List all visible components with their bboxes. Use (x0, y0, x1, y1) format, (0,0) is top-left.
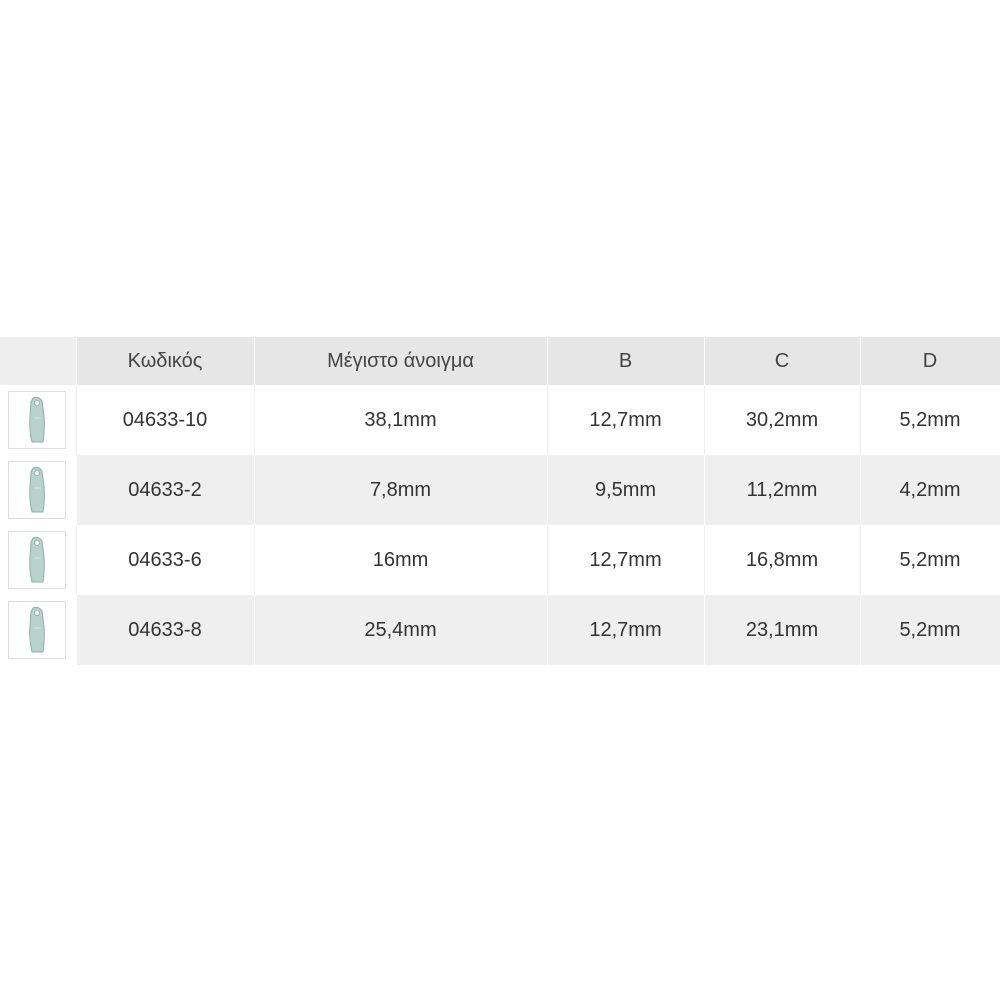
product-spec-table: Κωδικός Μέγιστο άνοιγμα B C D 04633-10 3… (0, 337, 1000, 665)
cell-code: 04633-2 (76, 455, 255, 525)
table-header-row: Κωδικός Μέγιστο άνοιγμα B C D (0, 337, 1000, 385)
thumbnail-cell (0, 455, 77, 525)
cell-c: 16,8mm (704, 525, 861, 595)
header-d: D (860, 337, 1000, 385)
clamp-thumbnail-icon (29, 466, 45, 513)
cell-b: 12,7mm (547, 595, 705, 665)
cell-d: 5,2mm (860, 595, 1000, 665)
header-c: C (704, 337, 861, 385)
header-b: B (547, 337, 705, 385)
table-row: 04633-6 16mm 12,7mm 16,8mm 5,2mm (0, 525, 1000, 595)
product-thumbnail[interactable] (8, 601, 66, 659)
cell-c: 11,2mm (704, 455, 861, 525)
cell-b: 12,7mm (547, 385, 705, 455)
header-code: Κωδικός (76, 337, 255, 385)
product-thumbnail[interactable] (8, 461, 66, 519)
table-row: 04633-10 38,1mm 12,7mm 30,2mm 5,2mm (0, 385, 1000, 455)
thumbnail-cell (0, 595, 77, 665)
cell-max-opening: 25,4mm (254, 595, 548, 665)
clamp-thumbnail-icon (29, 606, 45, 653)
cell-code: 04633-8 (76, 595, 255, 665)
cell-b: 12,7mm (547, 525, 705, 595)
cell-d: 5,2mm (860, 525, 1000, 595)
header-image (0, 337, 77, 385)
thumbnail-cell (0, 525, 77, 595)
cell-max-opening: 7,8mm (254, 455, 548, 525)
cell-max-opening: 16mm (254, 525, 548, 595)
cell-max-opening: 38,1mm (254, 385, 548, 455)
cell-d: 4,2mm (860, 455, 1000, 525)
cell-c: 30,2mm (704, 385, 861, 455)
thumbnail-cell (0, 385, 77, 455)
cell-b: 9,5mm (547, 455, 705, 525)
cell-c: 23,1mm (704, 595, 861, 665)
header-max-opening: Μέγιστο άνοιγμα (254, 337, 548, 385)
clamp-thumbnail-icon (29, 536, 45, 583)
product-thumbnail[interactable] (8, 531, 66, 589)
clamp-thumbnail-icon (29, 396, 45, 443)
cell-code: 04633-10 (76, 385, 255, 455)
cell-code: 04633-6 (76, 525, 255, 595)
product-thumbnail[interactable] (8, 391, 66, 449)
cell-d: 5,2mm (860, 385, 1000, 455)
table-row: 04633-2 7,8mm 9,5mm 11,2mm 4,2mm (0, 455, 1000, 525)
table-row: 04633-8 25,4mm 12,7mm 23,1mm 5,2mm (0, 595, 1000, 665)
